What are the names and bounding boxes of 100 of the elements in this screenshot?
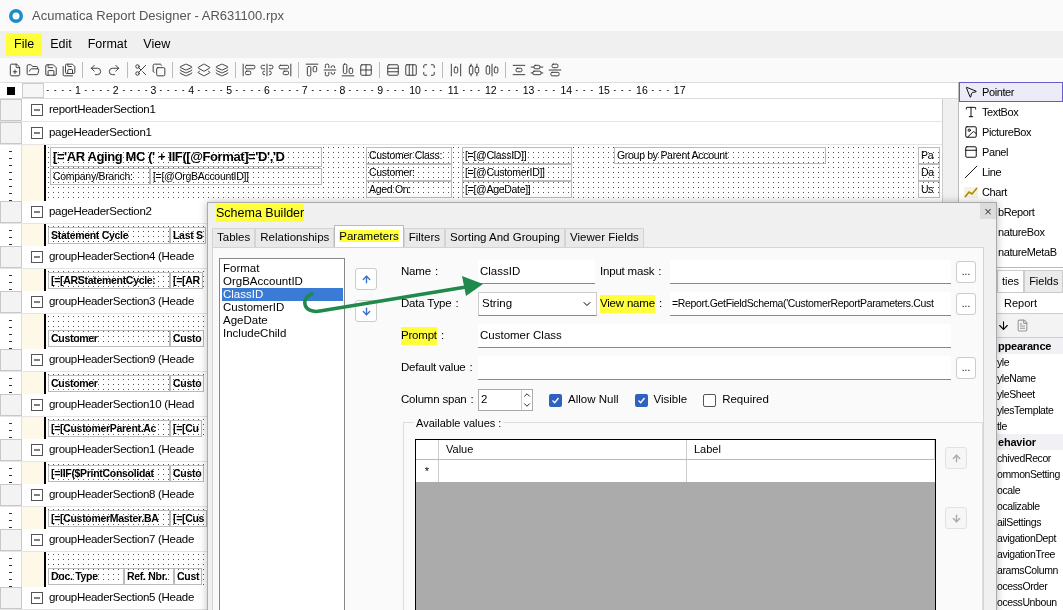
toolbox-item[interactable]: PictureBox (959, 122, 1063, 142)
collapse-icon[interactable] (31, 592, 43, 604)
spacing-icon[interactable] (530, 63, 544, 77)
collapse-icon[interactable] (31, 104, 43, 116)
report-text-field[interactable]: Custo (170, 375, 205, 392)
cut-icon[interactable] (134, 63, 148, 77)
save-icon[interactable] (44, 63, 58, 77)
maximize-icon[interactable] (422, 63, 436, 77)
dialog-tab[interactable]: Viewer Fields (565, 228, 644, 247)
view-name-field[interactable]: =Report.GetFieldSchema('CustomerReportParameters.Cust (670, 292, 951, 316)
report-text-field[interactable]: [=[ARStatementCycle: (48, 272, 170, 289)
report-text-field[interactable]: [=[@OrgBAccountID]] (150, 168, 322, 185)
report-text-field[interactable]: [=[Cus (170, 510, 208, 527)
data-type-dropdown[interactable]: String (478, 292, 597, 316)
dialog-tab[interactable]: Filters (403, 228, 446, 247)
report-text-field[interactable]: Last S (170, 227, 206, 244)
column-span-spinner[interactable]: 2 (478, 389, 533, 411)
menu-item[interactable]: File (6, 33, 43, 56)
browse-button[interactable]: ... (956, 261, 976, 283)
toolbox-item[interactable]: Panel (959, 142, 1063, 162)
collapse-icon[interactable] (31, 206, 43, 218)
spacing-icon[interactable] (548, 63, 562, 77)
rows-icon[interactable] (386, 63, 400, 77)
checkbox[interactable] (549, 393, 562, 407)
spin-down-icon[interactable] (522, 400, 532, 410)
parameter-list[interactable]: Format OrgBAccountID ClassID CustomerID AgeDate IncludeChild (219, 258, 345, 610)
grid-icon[interactable] (359, 63, 373, 77)
report-text-field[interactable]: Customer (48, 375, 170, 392)
parameter-item[interactable]: ClassID (222, 288, 343, 301)
report-text-field[interactable]: Custo (170, 465, 205, 482)
name-field[interactable]: ClassID (478, 260, 595, 284)
dialog-tab[interactable]: Parameters (334, 225, 404, 247)
report-text-field[interactable]: Doc. Type (48, 568, 124, 585)
toolbox-item[interactable]: Chart (959, 182, 1063, 202)
spin-up-icon[interactable] (522, 390, 532, 400)
align-left-icon[interactable] (242, 63, 256, 77)
browse-button[interactable]: ... (956, 293, 976, 315)
toolbox-item[interactable]: Line (959, 162, 1063, 182)
new-file-icon[interactable] (8, 63, 22, 77)
parameter-item[interactable]: OrgBAccountID (222, 275, 343, 288)
align-top-icon[interactable] (305, 63, 319, 77)
toolbox-item[interactable]: TextBox (959, 102, 1063, 122)
collapse-icon[interactable] (31, 534, 43, 546)
report-text-field[interactable]: [=[AR (170, 272, 203, 289)
browse-button[interactable]: ... (956, 357, 976, 379)
report-text-field[interactable]: Customer Class: (366, 147, 452, 164)
align-right-icon[interactable] (278, 63, 292, 77)
close-button[interactable]: × (980, 203, 996, 219)
move-up-button[interactable] (355, 268, 377, 290)
report-title-field[interactable]: [='AR Aging MC (' + IIF([@Format]='D','D (50, 147, 322, 167)
align-middle-icon[interactable] (323, 63, 337, 77)
report-text-field[interactable]: [=[Cu (170, 420, 202, 437)
checkbox[interactable] (634, 393, 648, 407)
report-text-field[interactable]: [=IIF($PrintConsolidat (48, 465, 170, 482)
values-grid[interactable]: Value Label * (415, 439, 936, 610)
align-bottom-icon[interactable] (341, 63, 355, 77)
report-text-field[interactable]: Company/Branch: (50, 168, 150, 185)
parameter-item[interactable]: IncludeChild (222, 327, 343, 340)
columns-icon[interactable] (404, 63, 418, 77)
parameter-item[interactable]: Format (222, 262, 343, 275)
report-text-field[interactable]: Aged On: (366, 181, 452, 198)
column-header[interactable]: Value (439, 440, 687, 459)
copy-icon[interactable] (152, 63, 166, 77)
collapse-icon[interactable] (31, 296, 43, 308)
column-header[interactable]: Label (687, 440, 935, 459)
report-text-field[interactable]: Customer (48, 330, 170, 347)
report-text-field[interactable]: Cust (174, 568, 203, 585)
prompt-field[interactable]: Customer Class (478, 324, 951, 348)
redo-icon[interactable] (107, 63, 121, 77)
menu-item[interactable]: Format (79, 33, 136, 56)
panel-tab[interactable]: ties (997, 270, 1025, 292)
toolbox-item[interactable]: Pointer (959, 82, 1063, 102)
spacing-icon[interactable] (467, 63, 481, 77)
collapse-icon[interactable] (31, 444, 43, 456)
open-folder-icon[interactable] (26, 63, 40, 77)
collapse-icon[interactable] (31, 489, 43, 501)
report-text-field[interactable]: [=[@ClassID]] (462, 147, 572, 164)
menu-item[interactable]: Edit (42, 33, 80, 56)
parameter-item[interactable]: CustomerID (222, 301, 343, 314)
report-text-field[interactable]: [=[@AgeDate]] (462, 181, 572, 198)
default-value-field[interactable] (478, 356, 951, 380)
dialog-tab[interactable]: Relationships (255, 228, 335, 247)
save-all-icon[interactable] (62, 63, 76, 77)
collapse-icon[interactable] (31, 399, 43, 411)
report-text-field[interactable]: Da (918, 164, 940, 181)
report-text-field[interactable]: [=[CustomerParent.Ac (48, 420, 170, 437)
align-center-icon[interactable] (260, 63, 274, 77)
spacing-icon[interactable] (449, 63, 463, 77)
spacing-icon[interactable] (485, 63, 499, 77)
input-mask-field[interactable] (670, 260, 951, 284)
report-text-field[interactable]: Group by Parent Account (614, 147, 826, 164)
menu-item[interactable]: View (135, 33, 179, 56)
report-text-field[interactable]: Us (918, 181, 940, 198)
collapse-icon[interactable] (31, 354, 43, 366)
layers-icon[interactable] (197, 63, 211, 77)
sort-icon[interactable] (997, 319, 1010, 332)
parameter-item[interactable]: AgeDate (222, 314, 343, 327)
spacing-icon[interactable] (512, 63, 526, 77)
report-text-field[interactable]: Ref. Nbr. (124, 568, 174, 585)
checkbox[interactable] (703, 393, 717, 407)
